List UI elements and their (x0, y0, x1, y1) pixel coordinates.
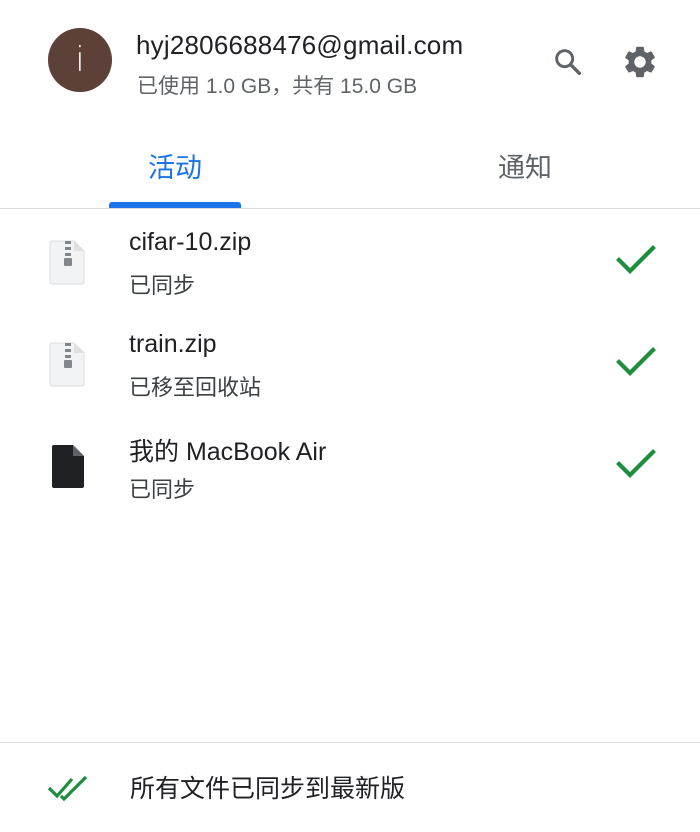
sync-status-text: 所有文件已同步到最新版 (130, 775, 406, 803)
zip-file-icon (49, 240, 85, 285)
zip-file-icon (49, 342, 85, 387)
activity-list: cifar-10.zip 已同步 train.zip 已移至回收站 我的 Mac… (0, 216, 700, 522)
tab-notifications[interactable]: 通知 (458, 122, 592, 208)
tab-activity[interactable]: 活动 (108, 122, 242, 208)
file-name: 我的 MacBook Air (129, 438, 327, 466)
file-status: 已同步 (129, 273, 196, 298)
search-icon (555, 49, 582, 76)
settings-button[interactable] (618, 40, 662, 84)
list-item[interactable]: cifar-10.zip 已同步 (0, 216, 700, 318)
tab-bar: 活动 通知 (0, 122, 700, 210)
check-icon (616, 449, 656, 478)
tabs-divider (0, 208, 700, 209)
check-icon (616, 245, 656, 274)
account-email: hyj2806688476@gmail.com (136, 30, 464, 60)
search-button[interactable] (546, 40, 590, 84)
double-check-icon (47, 775, 88, 802)
storage-usage: 已使用 1.0 GB，共有 15.0 GB (137, 75, 418, 98)
gear-icon (625, 46, 655, 78)
file-name: train.zip (129, 330, 217, 358)
check-icon (616, 347, 656, 376)
avatar[interactable]: i (48, 28, 112, 92)
list-item[interactable]: 我的 MacBook Air 已同步 (0, 420, 700, 522)
account-header: i hyj2806688476@gmail.com 已使用 1.0 GB，共有 … (0, 0, 700, 120)
list-item[interactable]: train.zip 已移至回收站 (0, 318, 700, 420)
file-status: 已同步 (129, 477, 196, 502)
drive-sync-panel: i hyj2806688476@gmail.com 已使用 1.0 GB，共有 … (0, 0, 700, 832)
document-icon (52, 445, 84, 488)
file-name: cifar-10.zip (129, 228, 252, 256)
sync-status-footer: 所有文件已同步到最新版 (0, 743, 700, 832)
file-status: 已移至回收站 (129, 375, 262, 400)
